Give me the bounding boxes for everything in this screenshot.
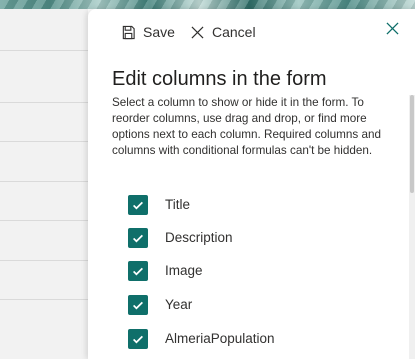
column-checkbox-list: Title Description Image Year AlmeriaPopu… [128, 193, 388, 359]
column-checkbox[interactable] [128, 329, 148, 349]
column-checkbox[interactable] [128, 228, 148, 248]
save-icon [120, 24, 136, 40]
save-label: Save [143, 24, 175, 40]
column-label: AlmeriaPopulation [165, 331, 275, 346]
panel-overlay-shade [0, 9, 88, 359]
cancel-icon [189, 24, 205, 40]
column-label: Image [165, 263, 203, 278]
cancel-label: Cancel [212, 24, 256, 40]
checkmark-icon [133, 335, 143, 344]
panel-title: Edit columns in the form [112, 68, 327, 90]
app-window: Save Cancel Edit columns in the form Sel… [0, 0, 415, 359]
column-label: Year [165, 297, 193, 312]
cancel-button[interactable]: Cancel [189, 23, 256, 41]
scrollbar-thumb[interactable] [410, 95, 414, 193]
panel-scrollbar[interactable] [409, 95, 415, 359]
column-item-image[interactable]: Image [128, 259, 388, 283]
background-header-banner [0, 0, 415, 9]
column-item-almeriapopulation[interactable]: AlmeriaPopulation [128, 327, 388, 351]
edit-columns-panel: Save Cancel Edit columns in the form Sel… [88, 9, 415, 359]
column-label: Description [165, 230, 233, 245]
column-label: Title [165, 197, 191, 212]
column-checkbox[interactable] [128, 261, 148, 281]
panel-description: Select a column to show or hide it in th… [112, 96, 381, 157]
save-button[interactable]: Save [120, 23, 175, 41]
column-item-title[interactable]: Title [128, 193, 388, 217]
column-item-year[interactable]: Year [128, 293, 388, 317]
checkmark-icon [133, 301, 143, 310]
checkmark-icon [133, 201, 143, 210]
column-checkbox[interactable] [128, 295, 148, 315]
close-icon [385, 22, 399, 40]
panel-toolbar: Save Cancel [88, 9, 415, 53]
checkmark-icon [133, 267, 143, 276]
checkmark-icon [133, 234, 143, 243]
column-item-description[interactable]: Description [128, 226, 388, 250]
column-checkbox[interactable] [128, 195, 148, 215]
close-panel-button[interactable] [384, 22, 400, 40]
